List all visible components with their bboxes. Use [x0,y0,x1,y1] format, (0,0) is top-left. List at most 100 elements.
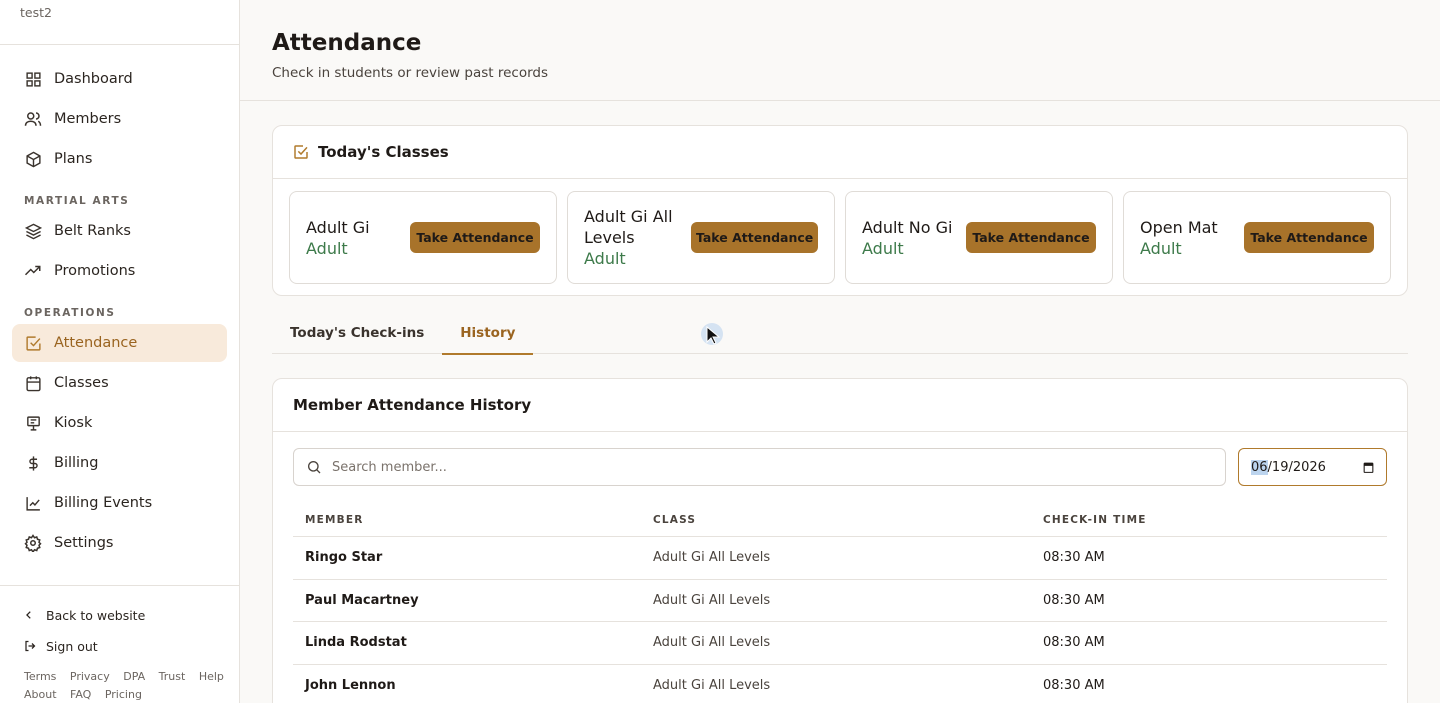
legal-link-terms[interactable]: Terms [24,670,56,683]
class-card: Open Mat Adult Take Attendance [1123,191,1391,284]
sidebar-footer: Back to website Sign out Terms Privacy D… [0,585,239,703]
chart-icon [24,494,42,512]
section-label-martial-arts: MARTIAL ARTS [24,195,130,207]
cell-member: Ringo Star [305,550,383,566]
sidebar-item-attendance[interactable]: Attendance [12,324,227,362]
take-attendance-button[interactable]: Take Attendance [410,222,540,253]
tab-history[interactable]: History [442,320,534,355]
search-box [293,448,1226,486]
cell-class: Adult Gi All Levels [653,550,771,566]
class-level: Adult [306,238,348,258]
sidebar-item-settings[interactable]: Settings [12,524,227,562]
cell-class: Adult Gi All Levels [653,635,771,651]
class-name: Adult Gi [306,217,370,237]
sign-out-icon [24,640,36,652]
main-content: Attendance Check in students or review p… [240,0,1440,703]
legal-link-help[interactable]: Help [199,670,224,683]
cell-time: 08:30 AM [1043,635,1105,651]
sign-out-link[interactable]: Sign out [0,637,239,655]
class-level: Adult [584,249,626,268]
class-level: Adult [1140,238,1182,258]
kiosk-icon [24,414,42,432]
sidebar-item-label: Settings [54,535,114,551]
sidebar-item-label: Billing [54,455,99,471]
sidebar-item-kiosk[interactable]: Kiosk [12,404,227,442]
legal-link-pricing[interactable]: Pricing [105,688,142,701]
take-attendance-button[interactable]: Take Attendance [1244,222,1374,253]
calendar-icon [24,374,42,392]
sidebar-item-promotions[interactable]: Promotions [12,252,227,290]
date-rest[interactable]: /19/2026 [1268,460,1326,475]
take-attendance-button[interactable]: Take Attendance [691,222,818,253]
sidebar-item-label: Dashboard [54,71,133,87]
sidebar-item-belt-ranks[interactable]: Belt Ranks [12,212,227,250]
class-card: Adult No Gi Adult Take Attendance [845,191,1113,284]
search-icon [306,459,322,475]
content-area: Today's Classes Adult Gi Adult Take Atte… [240,101,1440,703]
back-to-website-link[interactable]: Back to website [0,606,239,624]
page-header: Attendance Check in students or review p… [240,0,1440,101]
history-table: MEMBER CLASS CHECK-IN TIME Ringo Star Ad… [293,504,1387,703]
sidebar-item-dashboard[interactable]: Dashboard [12,60,227,98]
sidebar-item-label: Plans [54,151,93,167]
sidebar-item-classes[interactable]: Classes [12,364,227,402]
page-title: Attendance [272,30,422,56]
table-header: MEMBER CLASS CHECK-IN TIME [293,504,1387,537]
legal-link-about[interactable]: About [24,688,57,701]
sidebar-item-label: Kiosk [54,415,93,431]
section-label-operations: OPERATIONS [24,307,116,319]
take-attendance-button[interactable]: Take Attendance [966,222,1096,253]
legal-link-dpa[interactable]: DPA [123,670,145,683]
legal-link-privacy[interactable]: Privacy [70,670,110,683]
sidebar-item-label: Members [54,111,122,127]
cell-member: John Lennon [305,677,396,693]
cell-member: Linda Rodstat [305,635,407,651]
chevron-left-icon [24,609,36,621]
cell-time: 08:30 AM [1043,677,1105,693]
table-row: Ringo Star Adult Gi All Levels 08:30 AM [293,537,1387,580]
class-name: Adult Gi All Levels [584,207,673,247]
gear-icon [24,534,42,552]
legal-link-trust[interactable]: Trust [159,670,186,683]
cell-class: Adult Gi All Levels [653,592,771,608]
class-name: Adult No Gi [862,217,953,237]
back-to-website-label: Back to website [46,607,146,623]
app-root: test2 Dashboard Members Plans MARTIAL AR… [0,0,1440,703]
sidebar-item-billing-events[interactable]: Billing Events [12,484,227,522]
table-row: Linda Rodstat Adult Gi All Levels 08:30 … [293,622,1387,665]
check-square-icon [293,144,309,160]
dashboard-icon [24,70,42,88]
attendance-tabs: Today's Check-ins History [272,320,1408,355]
page-subtitle: Check in students or review past records [272,65,549,81]
cell-member: Paul Macartney [305,592,419,608]
sidebar-item-billing[interactable]: Billing [12,444,227,482]
dollar-icon [24,454,42,472]
column-header-checkin-time: CHECK-IN TIME [1043,514,1147,526]
legal-link-faq[interactable]: FAQ [70,688,91,701]
calendar-icon[interactable] [1362,460,1376,474]
legal-links: Terms Privacy DPA Trust Help About FAQ P… [0,668,239,703]
sidebar-item-members[interactable]: Members [12,100,227,138]
date-picker[interactable]: 06/19/2026 [1238,448,1387,486]
cell-time: 08:30 AM [1043,550,1105,566]
tab-todays-checkins[interactable]: Today's Check-ins [272,320,442,354]
search-member-input[interactable] [332,459,1225,475]
cell-class: Adult Gi All Levels [653,677,771,693]
todays-classes-card: Today's Classes Adult Gi Adult Take Atte… [272,125,1408,296]
class-level: Adult [862,238,904,258]
trending-up-icon [24,262,42,280]
sidebar-item-label: Belt Ranks [54,223,131,239]
todays-classes-header: Today's Classes [273,126,1407,179]
sidebar-item-plans[interactable]: Plans [12,140,227,178]
sign-out-label: Sign out [46,638,98,654]
history-title: Member Attendance History [293,396,532,414]
history-filters: 06/19/2026 [273,432,1407,486]
column-header-member: MEMBER [305,514,364,526]
org-name[interactable]: test2 [0,0,239,45]
date-month[interactable]: 06 [1251,459,1268,475]
todays-classes-title: Today's Classes [318,143,449,161]
class-card: Adult Gi Adult Take Attendance [289,191,557,284]
attendance-history-card: Member Attendance History 06/19/2026 [272,378,1408,703]
history-header: Member Attendance History [273,379,1407,432]
sidebar: test2 Dashboard Members Plans MARTIAL AR… [0,0,240,703]
